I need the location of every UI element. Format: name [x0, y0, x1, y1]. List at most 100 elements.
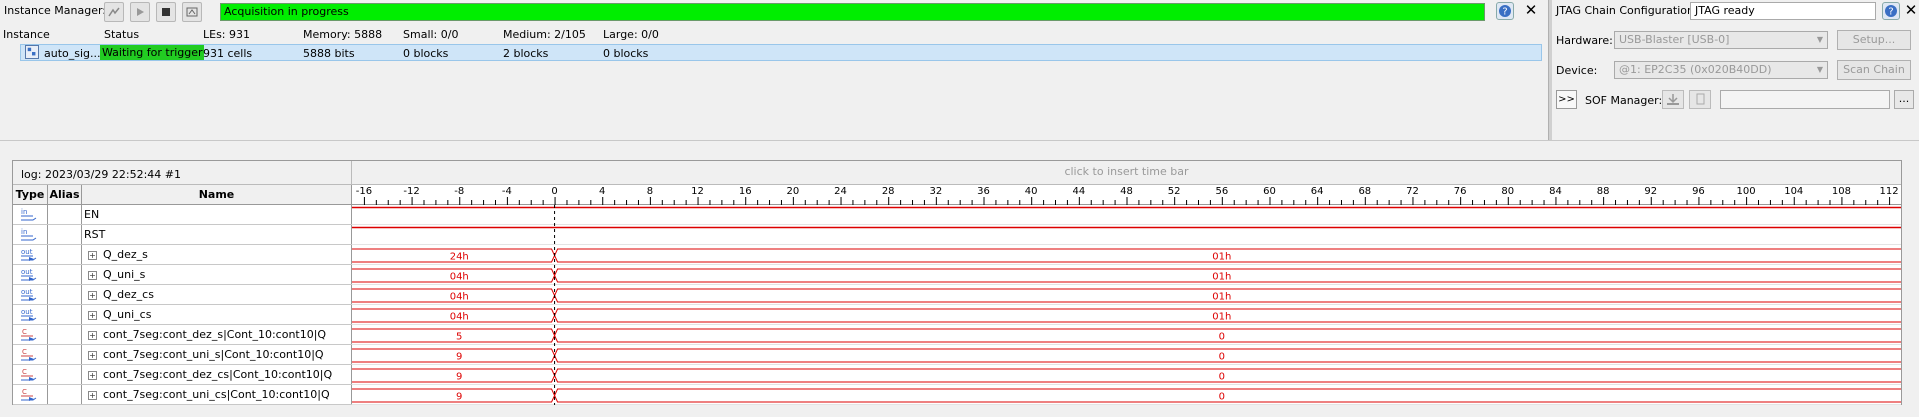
- read-data-icon: [186, 7, 198, 17]
- hardware-value: USB-Blaster [USB-0]: [1619, 33, 1730, 46]
- signal-row[interactable]: in RST: [13, 225, 352, 245]
- pane-splitter[interactable]: [0, 140, 1919, 148]
- ruler-tick-label: 80: [1501, 186, 1514, 197]
- svg-text:?: ?: [1888, 7, 1893, 18]
- col-small: Small: 0/0: [403, 28, 459, 41]
- expand-icon[interactable]: +: [88, 270, 97, 280]
- device-select[interactable]: @1: EP2C35 (0x020B40DD) ▼: [1614, 61, 1828, 79]
- help-icon[interactable]: ?: [1882, 2, 1900, 20]
- sof-file-input[interactable]: [1720, 90, 1890, 109]
- read-data-button[interactable]: [182, 2, 202, 22]
- expand-icon[interactable]: +: [88, 290, 97, 300]
- program-device-button[interactable]: [1662, 90, 1684, 109]
- time-ruler[interactable]: -16 -12 -8 -4 0 4 8 12 16 20 24 28 32 36 40 44 48 52 56 60 6…: [352, 185, 1901, 205]
- signal-name-cell: + cont_7seg:cont_dez_cs|Cont_10:cont10|Q: [82, 365, 352, 384]
- instance-manager-title: Instance Manager:: [4, 4, 107, 17]
- hardware-select[interactable]: USB-Blaster [USB-0] ▼: [1614, 31, 1828, 49]
- jtag-status: JTAG ready: [1690, 2, 1876, 20]
- signal-name-cell: RST: [82, 225, 352, 244]
- ruler-tick-label: 40: [1025, 186, 1038, 197]
- expand-icon[interactable]: +: [88, 250, 97, 260]
- svg-text:out: out: [21, 288, 33, 296]
- ruler-tick-label: 96: [1692, 186, 1705, 197]
- instance-row[interactable]: auto_sig... Waiting for trigger 931 cell…: [20, 44, 1542, 61]
- bus-waveform: [352, 368, 1901, 383]
- acquisition-status-bar: Acquisition in progress: [220, 3, 1485, 21]
- out-port-icon: out: [21, 308, 37, 321]
- file-icon: [1696, 93, 1705, 105]
- browse-button[interactable]: ...: [1894, 90, 1914, 109]
- device-label: Device:: [1556, 64, 1598, 77]
- signal-row[interactable]: out + Q_uni_s: [13, 265, 352, 285]
- signal-name-cell: + Q_dez_cs: [82, 285, 352, 304]
- ruler-tick-label: 20: [787, 186, 800, 197]
- svg-text:?: ?: [1502, 7, 1507, 18]
- signal-type-cell: C: [13, 365, 48, 384]
- expand-icon[interactable]: +: [88, 350, 97, 360]
- out-port-icon: out: [21, 288, 37, 301]
- out-port-icon: out: [21, 268, 37, 281]
- close-icon[interactable]: ✕: [1904, 1, 1918, 19]
- help-icon[interactable]: ?: [1496, 2, 1514, 20]
- signal-alias-cell: [48, 205, 82, 224]
- ruler-tick-label: 76: [1454, 186, 1467, 197]
- signal-row[interactable]: C + cont_7seg:cont_dez_s|Cont_10:cont10|Q: [13, 325, 352, 345]
- waveform-viewer: log: 2023/03/29 22:52:44 #1 click to ins…: [12, 160, 1902, 405]
- instance-manager-panel: Instance Manager: Acquisition in progres…: [0, 0, 1548, 140]
- expand-icon[interactable]: +: [88, 370, 97, 380]
- jtag-panel: JTAG Chain Configuration: JTAG ready ? ✕…: [1552, 0, 1919, 140]
- bus-waveform: [352, 388, 1901, 403]
- ruler-tick-label: 88: [1597, 186, 1610, 197]
- ruler-tick-label: -16: [356, 186, 372, 197]
- stop-button[interactable]: [156, 2, 176, 22]
- signal-row[interactable]: in EN: [13, 205, 352, 225]
- bus-value-before: 04h: [450, 272, 469, 283]
- col-medium: Medium: 2/105: [503, 28, 586, 41]
- attach-file-button[interactable]: [1689, 90, 1711, 109]
- hardware-label: Hardware:: [1556, 34, 1613, 47]
- instance-status-badge: Waiting for trigger: [100, 45, 204, 60]
- ruler-tick-label: 28: [882, 186, 895, 197]
- signal-name-cell: + cont_7seg:cont_uni_s|Cont_10:cont10|Q: [82, 345, 352, 364]
- col-memory: Memory: 5888: [303, 28, 383, 41]
- run-icon: [137, 8, 144, 16]
- signal-row[interactable]: out + Q_dez_s: [13, 245, 352, 265]
- expand-icon[interactable]: +: [88, 310, 97, 320]
- signal-row[interactable]: C + cont_7seg:cont_uni_cs|Cont_10:cont10|…: [13, 385, 352, 405]
- signal-alias-cell: [48, 285, 82, 304]
- ruler-tick-label: 36: [977, 186, 990, 197]
- svg-text:out: out: [21, 308, 33, 316]
- autorun-icon: [108, 7, 120, 17]
- signal-name: Q_dez_s: [103, 248, 148, 261]
- waveform-area[interactable]: 24h 01h 04h 01h 04h 01h 04h 01h 5 0 9 0 9 0 9 0: [352, 205, 1901, 406]
- signal-row[interactable]: C + cont_7seg:cont_dez_cs|Cont_10:cont10|…: [13, 365, 352, 385]
- signal-type-cell: C: [13, 345, 48, 364]
- instance-icon: [25, 45, 39, 59]
- signal-row[interactable]: out + Q_dez_cs: [13, 285, 352, 305]
- expand-button[interactable]: >>: [1556, 90, 1577, 109]
- close-icon[interactable]: ✕: [1523, 1, 1539, 19]
- expand-icon[interactable]: +: [88, 330, 97, 340]
- setup-button[interactable]: Setup...: [1837, 30, 1911, 50]
- signal-alias-cell: [48, 365, 82, 384]
- signal-type-cell: C: [13, 385, 48, 404]
- signal-name: cont_7seg:cont_uni_cs|Cont_10:cont10|Q: [103, 388, 330, 401]
- ruler-tick-label: -4: [502, 186, 512, 197]
- signal-name-cell: EN: [82, 205, 352, 224]
- ruler-tick-label: 68: [1358, 186, 1371, 197]
- bus-value-after: 0: [1219, 372, 1225, 383]
- bus-value-after: 0: [1219, 392, 1225, 403]
- signal-alias-cell: [48, 265, 82, 284]
- run-button[interactable]: [130, 2, 150, 22]
- instance-les: 931 cells: [203, 47, 253, 60]
- expand-icon[interactable]: +: [88, 390, 97, 400]
- autorun-button[interactable]: [104, 2, 124, 22]
- time-bar-insert-area[interactable]: click to insert time bar: [352, 161, 1901, 185]
- signal-name: cont_7seg:cont_uni_s|Cont_10:cont10|Q: [103, 348, 324, 361]
- stop-icon: [162, 8, 170, 16]
- in-port-icon: in: [21, 208, 37, 221]
- bus-value-before: 9: [456, 372, 462, 383]
- signal-row[interactable]: C + cont_7seg:cont_uni_s|Cont_10:cont10|Q: [13, 345, 352, 365]
- signal-row[interactable]: out + Q_uni_cs: [13, 305, 352, 325]
- scan-chain-button[interactable]: Scan Chain: [1837, 60, 1911, 80]
